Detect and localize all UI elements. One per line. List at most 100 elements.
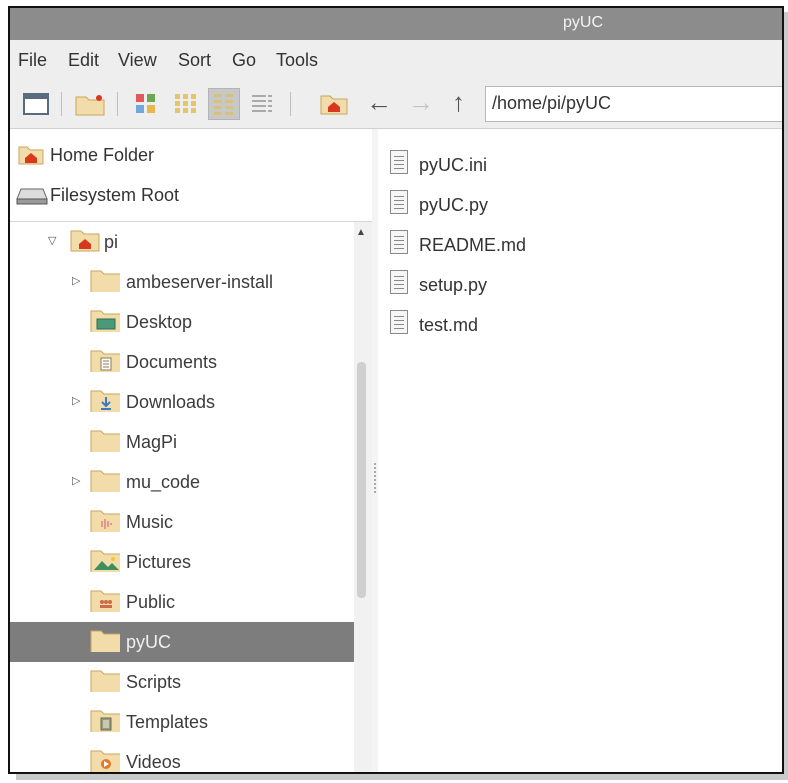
thumbnail-view-icon bbox=[175, 94, 196, 113]
tree-item-label: Scripts bbox=[126, 672, 182, 692]
text-file-icon bbox=[390, 310, 408, 334]
tree-item-pyuc[interactable]: pyUC bbox=[10, 622, 354, 662]
tree-item-label: MagPi bbox=[126, 432, 178, 452]
tree-scrollbar-thumb[interactable] bbox=[357, 362, 366, 598]
home-folder-icon bbox=[18, 146, 44, 165]
tree-item-downloads[interactable]: ▷ Downloads bbox=[10, 382, 354, 422]
list-view-icon bbox=[252, 95, 272, 112]
menu-go[interactable]: Go bbox=[232, 50, 256, 71]
folder-icon bbox=[90, 670, 120, 692]
tree-item-label: pyUC bbox=[126, 632, 172, 652]
public-folder-icon bbox=[90, 590, 120, 612]
tree-item-label: Videos bbox=[126, 752, 181, 772]
new-window-button[interactable] bbox=[20, 88, 52, 120]
templates-folder-icon bbox=[90, 710, 120, 732]
menu-tools[interactable]: Tools bbox=[276, 50, 318, 71]
toolbar: ← → ↑ bbox=[10, 80, 782, 129]
place-filesystem-root[interactable]: Filesystem Root bbox=[10, 177, 372, 213]
icon-view-button[interactable] bbox=[130, 88, 162, 120]
toolbar-separator bbox=[117, 92, 118, 116]
tree-item-documents[interactable]: Documents bbox=[10, 342, 354, 382]
folder-icon bbox=[90, 470, 120, 492]
tree-item-scripts[interactable]: Scripts bbox=[10, 662, 354, 702]
file-name: README.md bbox=[419, 235, 527, 255]
new-folder-button[interactable] bbox=[74, 88, 106, 120]
compact-view-button[interactable] bbox=[208, 88, 240, 120]
tree-item-ambeserver-install[interactable]: ▷ ambeserver-install bbox=[10, 262, 354, 302]
tree-item-templates[interactable]: Templates bbox=[10, 702, 354, 742]
menu-file[interactable]: File bbox=[18, 50, 47, 71]
title-bar[interactable]: pyUC bbox=[10, 8, 782, 40]
file-item[interactable]: pyUC.ini bbox=[386, 147, 686, 183]
tree-item-public[interactable]: Public bbox=[10, 582, 354, 622]
downloads-folder-icon bbox=[90, 390, 120, 412]
collapsed-arrow-icon[interactable]: ▷ bbox=[72, 474, 80, 487]
back-arrow-icon[interactable]: ← bbox=[366, 86, 392, 118]
tree-item-label: mu_code bbox=[126, 472, 201, 492]
text-file-icon bbox=[390, 150, 408, 174]
text-file-icon bbox=[390, 190, 408, 214]
file-name: setup.py bbox=[419, 275, 488, 295]
home-button[interactable] bbox=[318, 88, 350, 120]
tree-item-label: Public bbox=[126, 592, 176, 612]
tree-item-label: Templates bbox=[126, 712, 209, 732]
tree-item-label: Music bbox=[126, 512, 174, 532]
music-folder-icon bbox=[90, 510, 120, 532]
tree-item-label: Documents bbox=[126, 352, 218, 372]
folder-icon bbox=[90, 630, 120, 652]
file-item[interactable]: test.md bbox=[386, 307, 686, 343]
window-shadow bbox=[16, 774, 788, 780]
new-window-icon bbox=[23, 93, 49, 115]
up-arrow-icon[interactable]: ↑ bbox=[452, 86, 465, 118]
scroll-up-arrow-icon[interactable]: ▲ bbox=[356, 227, 366, 238]
place-home-folder[interactable]: Home Folder bbox=[10, 137, 372, 173]
expanded-arrow-icon[interactable]: ▽ bbox=[48, 234, 56, 247]
toolbar-separator bbox=[290, 92, 291, 116]
tree-item-music[interactable]: Music bbox=[10, 502, 354, 542]
file-name: pyUC.ini bbox=[419, 155, 488, 175]
text-file-icon bbox=[390, 230, 408, 254]
file-item[interactable]: pyUC.py bbox=[386, 187, 686, 223]
window-shadow bbox=[784, 12, 788, 780]
list-view-button[interactable] bbox=[246, 88, 278, 120]
place-label: Filesystem Root bbox=[50, 185, 180, 205]
tree-item-desktop[interactable]: Desktop bbox=[10, 302, 354, 342]
tree-item-mu-code[interactable]: ▷ mu_code bbox=[10, 462, 354, 502]
tree-item-label: Pictures bbox=[126, 552, 192, 572]
text-file-icon bbox=[390, 270, 408, 294]
folder-icon bbox=[90, 430, 120, 452]
tree-item-pictures[interactable]: Pictures bbox=[10, 542, 354, 582]
tree-item-label: ambeserver-install bbox=[126, 272, 274, 292]
menu-edit[interactable]: Edit bbox=[68, 50, 99, 71]
file-name: pyUC.py bbox=[419, 195, 489, 215]
file-name: test.md bbox=[419, 315, 479, 335]
file-list: pyUC.ini pyUC.py README.md setup.py test… bbox=[378, 129, 782, 772]
forward-arrow-icon[interactable]: → bbox=[408, 86, 434, 118]
drive-icon bbox=[16, 188, 48, 205]
menu-sort[interactable]: Sort bbox=[178, 50, 211, 71]
path-input[interactable] bbox=[492, 93, 782, 114]
file-item[interactable]: setup.py bbox=[386, 267, 686, 303]
path-bar[interactable] bbox=[485, 86, 782, 122]
toolbar-separator bbox=[61, 92, 62, 116]
splitter-grip[interactable] bbox=[374, 463, 376, 493]
places-list: Home Folder Filesystem Root bbox=[10, 129, 372, 222]
tree-item-magpi[interactable]: MagPi bbox=[10, 422, 354, 462]
place-label: Home Folder bbox=[50, 145, 155, 165]
collapsed-arrow-icon[interactable]: ▷ bbox=[72, 394, 80, 407]
folder-icon bbox=[90, 270, 120, 292]
window-title: pyUC bbox=[563, 14, 604, 31]
tree-item-videos[interactable]: Videos bbox=[10, 742, 354, 772]
icon-view-icon bbox=[136, 94, 155, 113]
desktop-folder-icon bbox=[90, 310, 120, 332]
compact-view-icon bbox=[214, 94, 233, 115]
documents-folder-icon bbox=[90, 350, 120, 372]
side-pane: Home Folder Filesystem Root ▽ pi ▷ ambes… bbox=[10, 129, 373, 772]
thumbnail-view-button[interactable] bbox=[170, 88, 202, 120]
collapsed-arrow-icon[interactable]: ▷ bbox=[72, 274, 80, 287]
menu-view[interactable]: View bbox=[118, 50, 157, 71]
menu-bar: File Edit View Sort Go Tools bbox=[10, 40, 782, 80]
home-folder-icon bbox=[70, 230, 100, 252]
tree-item-pi[interactable]: ▽ pi bbox=[10, 222, 354, 262]
file-item[interactable]: README.md bbox=[386, 227, 686, 263]
